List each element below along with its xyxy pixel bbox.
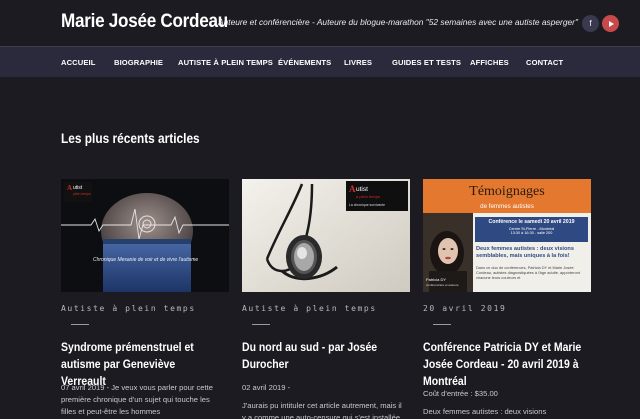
site-title[interactable]: Marie Josée Cordeau bbox=[61, 11, 228, 33]
divider bbox=[71, 324, 89, 325]
article-category[interactable]: Autiste à plein temps bbox=[61, 304, 196, 313]
poster-subtitle: de femmes autistes bbox=[480, 203, 534, 210]
nav-item-accueil[interactable]: ACCUEIL bbox=[61, 47, 95, 78]
thumb-logo-text: utist bbox=[73, 185, 83, 191]
poster-title: Témoignages bbox=[469, 184, 545, 199]
article-thumbnail[interactable]: A utist à plein temps La chronique survi… bbox=[242, 179, 410, 292]
nav-item-livres[interactable]: LIVRES bbox=[344, 47, 372, 78]
poster-date: Conférence le samedi 20 avril 2019 bbox=[488, 219, 575, 225]
thumb-logo-text: utist bbox=[356, 186, 368, 193]
nav-item-evenements[interactable]: ÉVÉNEMENTS bbox=[278, 47, 331, 78]
article-title[interactable]: Conférence Patricia DY et Marie Josée Co… bbox=[423, 339, 585, 390]
divider bbox=[252, 324, 270, 325]
thumb-logo-caption: La chronique survivante bbox=[349, 203, 385, 207]
thumb-logo-subtext: à plein temps bbox=[356, 194, 380, 199]
article-excerpt: Deux femmes autistes : deux visions bbox=[423, 407, 547, 416]
article-category[interactable]: Autiste à plein temps bbox=[242, 304, 377, 313]
nav-item-affiches[interactable]: AFFICHES bbox=[470, 47, 509, 78]
article-excerpt-date: 02 avril 2019 - bbox=[242, 383, 291, 392]
facebook-icon[interactable]: f bbox=[582, 15, 599, 32]
nav-item-contact[interactable]: CONTACT bbox=[526, 47, 563, 78]
youtube-icon[interactable] bbox=[602, 15, 619, 32]
facebook-glyph: f bbox=[589, 19, 592, 28]
poster-date-box: Conférence le samedi 20 avril 2019 Centr… bbox=[475, 217, 588, 242]
article-excerpt: 07 avril 2019 - Je veux vous parler pour… bbox=[61, 383, 213, 416]
nav-item-autiste-a-plein-temps[interactable]: AUTISTE À PLEIN TEMPS bbox=[178, 47, 273, 78]
poster-body: Dans ce duo de conférences, Patricia DY … bbox=[476, 265, 580, 280]
stethoscope-photo: A utist à plein temps La chronique survi… bbox=[242, 179, 410, 292]
nav-item-biographie[interactable]: BIOGRAPHIE bbox=[114, 47, 163, 78]
divider bbox=[433, 324, 451, 325]
main-navigation: ACCUEIL BIOGRAPHIE AUTISTE À PLEIN TEMPS… bbox=[0, 46, 640, 77]
thumb-logo-subtext: plein temps bbox=[73, 192, 91, 196]
site-tagline: Auteure et conférencière - Auteure du bl… bbox=[218, 17, 578, 27]
nav-item-guides-et-tests[interactable]: GUIDES ET TESTS bbox=[392, 47, 461, 78]
article-title[interactable]: Du nord au sud - par Josée Durocher bbox=[242, 339, 404, 373]
event-poster[interactable]: Témoignages de femmes autistes Patricia … bbox=[423, 179, 591, 292]
article-cost: Coût d'entrée : $35.00 bbox=[423, 389, 498, 398]
site-header: Marie Josée Cordeau Auteure et conférenc… bbox=[0, 0, 640, 46]
thumb-caption: Chronique Mesanie de voir et de vivre l'… bbox=[93, 257, 198, 263]
belly-photo: A utist plein temps Chronique Mesanie de… bbox=[61, 179, 229, 292]
article-category[interactable]: 20 avril 2019 bbox=[423, 304, 506, 313]
article-excerpt: J'aurais pu intituler cet article autrem… bbox=[242, 401, 402, 419]
svg-text:A: A bbox=[349, 184, 356, 194]
poster-quote: Deux femmes autistes : deux visions semb… bbox=[476, 246, 574, 259]
poster-person-name: Patricia DY bbox=[426, 277, 447, 282]
section-title: Les plus récents articles bbox=[61, 131, 200, 146]
article-thumbnail[interactable]: A utist plein temps Chronique Mesanie de… bbox=[61, 179, 229, 292]
play-icon bbox=[608, 20, 614, 27]
poster-photo: Patricia DY conférencière et auteure bbox=[423, 213, 473, 292]
poster-time: 13:30 à 16:30 - salle 200 bbox=[510, 231, 553, 235]
poster-person-role: conférencière et auteure bbox=[426, 283, 459, 287]
svg-text:A: A bbox=[67, 184, 72, 192]
